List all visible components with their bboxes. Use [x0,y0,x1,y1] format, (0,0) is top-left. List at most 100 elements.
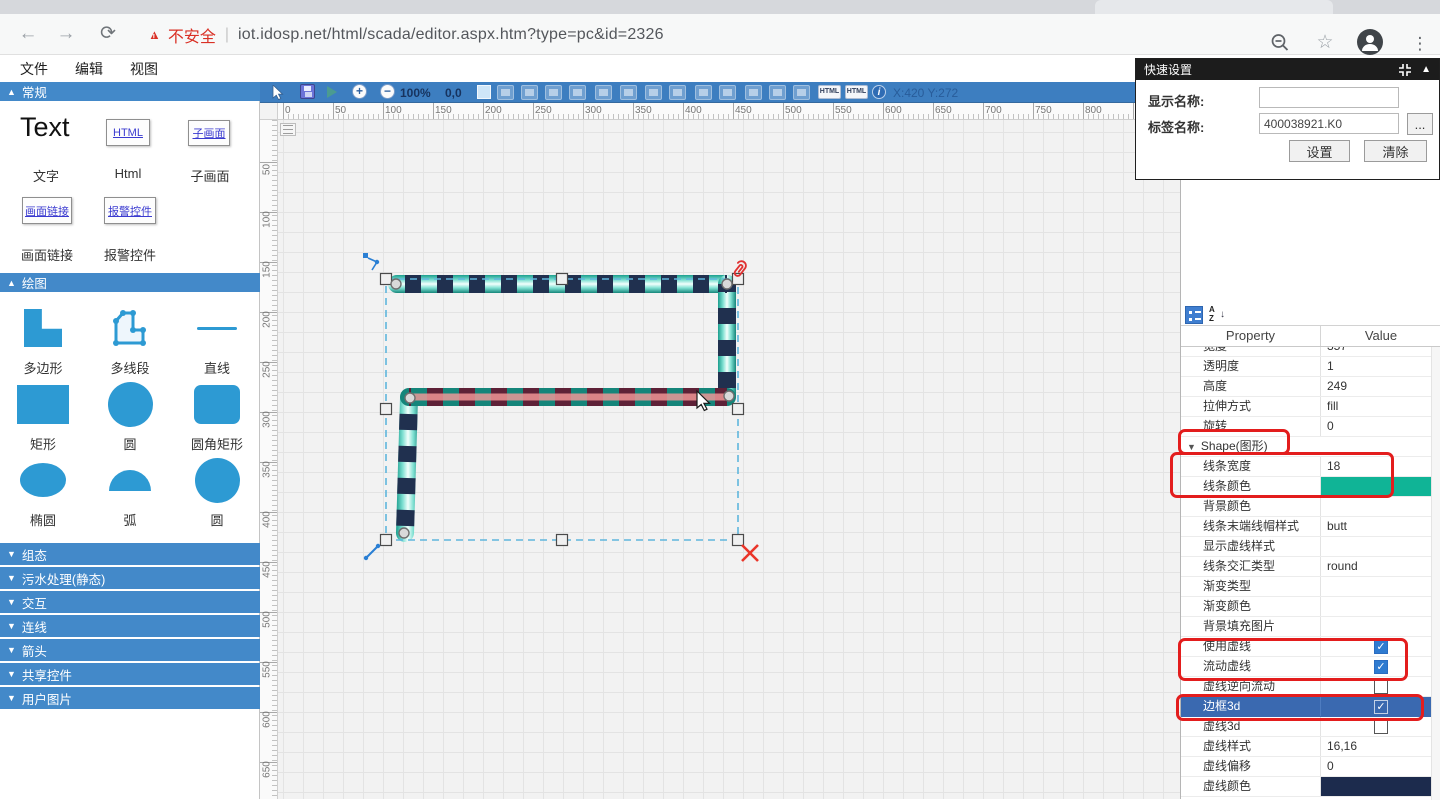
property-value[interactable] [1321,477,1440,496]
html-view-button[interactable]: HTML [845,85,868,99]
handle-middle-left[interactable] [381,404,392,415]
property-row[interactable]: 渐变颜色 [1181,597,1440,617]
toolbox-text-preview[interactable]: Text [20,112,70,143]
property-row[interactable]: 线条交汇类型round [1181,557,1440,577]
sidebar-section-2[interactable]: ▲绘图 [0,273,260,292]
property-row[interactable]: 流动虚线✓ [1181,657,1440,677]
sidebar-section-8[interactable]: ▼共享控件 [0,663,260,685]
tag-browse-button[interactable]: ... [1407,113,1433,135]
sidebar-section-4[interactable]: ▼污水处理(静态) [0,567,260,589]
browser-menu-icon[interactable]: ⋮ [1406,30,1434,58]
sidebar-section-1[interactable]: ▲常规 [0,82,260,101]
property-row[interactable]: 高度249 [1181,377,1440,397]
property-value[interactable] [1321,597,1440,616]
property-row[interactable]: 宽度357 [1181,347,1440,357]
property-value[interactable] [1321,577,1440,596]
canvas-background-tool-icon[interactable] [477,85,491,99]
menu-item-1[interactable]: 文件 [20,59,48,79]
vertex-handle[interactable] [391,279,401,289]
shape-tool-矩形[interactable]: 矩形 [0,380,86,456]
toolbox-item-Html[interactable]: HTML [106,119,150,146]
property-row[interactable]: 线条末端线帽样式butt [1181,517,1440,537]
display-name-input[interactable] [1259,87,1399,108]
browser-back-icon[interactable]: ← [14,20,42,48]
property-row[interactable]: 虚线3d [1181,717,1440,737]
property-row[interactable]: 使用虚线✓ [1181,637,1440,657]
property-row[interactable]: 透明度1 [1181,357,1440,377]
browser-zoom-icon[interactable] [1270,33,1292,53]
shape-tool-圆[interactable]: 圆 [174,456,260,532]
categorized-view-icon[interactable] [1185,306,1203,324]
shape-tool-圆角矩形[interactable]: 圆角矩形 [174,380,260,456]
info-icon[interactable]: i [872,85,886,99]
property-value[interactable]: 249 [1321,377,1440,396]
property-value[interactable]: fill [1321,397,1440,416]
shape-tool-多线段[interactable]: 多线段 [87,304,173,380]
property-row[interactable]: 虚线逆向流动 [1181,677,1440,697]
checkbox-checked[interactable]: ✓ [1374,700,1388,714]
run-preview-button[interactable] [327,86,337,98]
handle-bottom-left[interactable] [381,535,392,546]
handle-top-left[interactable] [381,274,392,285]
shape-tool-多边形[interactable]: 多边形 [0,304,86,380]
zoom-in-button[interactable]: + [352,84,367,99]
shape-tool-圆[interactable]: 圆 [87,380,173,456]
property-row[interactable]: 虚线偏移0 [1181,757,1440,777]
dock-panel-icon[interactable] [1399,64,1411,76]
browser-forward-icon[interactable]: → [52,20,80,48]
browser-tab[interactable] [1095,0,1333,14]
delete-x-icon[interactable] [742,545,758,561]
vertex-handle[interactable] [724,391,734,401]
html-export-button[interactable]: HTML [818,85,841,99]
vertex-handle[interactable] [399,528,409,538]
property-value[interactable]: 1 [1321,357,1440,376]
property-row[interactable]: 背景填充图片 [1181,617,1440,637]
property-value[interactable]: ✓ [1321,637,1440,656]
property-row[interactable]: 旋转0 [1181,417,1440,437]
property-row[interactable]: 虚线颜色 [1181,777,1440,797]
property-row[interactable]: 渐变类型 [1181,577,1440,597]
property-value[interactable]: ✓ [1321,697,1440,716]
edit-vertices-icon[interactable] [363,253,379,270]
address-bar[interactable]: ▲! 不安全 | iot.idosp.net/html/scada/editor… [148,23,664,47]
property-value[interactable]: butt [1321,517,1440,536]
toolbox-item-报警控件[interactable]: 报警控件 [104,197,156,224]
checkbox-checked[interactable]: ✓ [1374,660,1388,674]
property-row[interactable]: 边框3d✓ [1181,697,1440,717]
property-value[interactable] [1321,537,1440,556]
profile-avatar[interactable] [1357,29,1383,55]
color-swatch[interactable] [1321,477,1440,496]
checkbox-unchecked[interactable] [1374,720,1388,734]
property-value[interactable] [1321,617,1440,636]
vertex-handle[interactable] [405,393,415,403]
menu-item-2[interactable]: 编辑 [75,59,103,79]
sidebar-section-5[interactable]: ▼交互 [0,591,260,613]
url-text[interactable]: iot.idosp.net/html/scada/editor.aspx.htm… [238,26,664,44]
handle-bottom-middle[interactable] [557,535,568,546]
property-row[interactable]: 拉伸方式fill [1181,397,1440,417]
tag-name-input[interactable] [1259,113,1399,134]
property-row[interactable]: 虚线样式16,16 [1181,737,1440,757]
property-value[interactable] [1321,777,1440,796]
select-cursor-tool-icon[interactable] [272,85,284,100]
sidebar-section-6[interactable]: ▼连线 [0,615,260,637]
property-value[interactable]: round [1321,557,1440,576]
set-button[interactable]: 设置 [1289,140,1350,162]
browser-reload-icon[interactable]: ⟳ [94,20,122,48]
shape-tool-椭圆[interactable]: 椭圆 [0,456,86,532]
collapse-panel-icon[interactable]: ▲ [1421,64,1431,75]
property-row[interactable]: 线条宽度18 [1181,457,1440,477]
vertex-handle[interactable] [722,279,732,289]
property-value[interactable]: 357 [1321,347,1440,356]
handle-middle-right[interactable] [733,404,744,415]
property-grid-scrollbar[interactable] [1431,347,1440,800]
bookmark-star-icon[interactable]: ☆ [1311,29,1339,57]
sidebar-section-3[interactable]: ▼组态 [0,543,260,565]
property-value[interactable] [1321,717,1440,736]
property-value[interactable]: ✓ [1321,657,1440,676]
menu-item-3[interactable]: 视图 [130,59,158,79]
security-label[interactable]: 不安全 [168,23,216,47]
property-value[interactable]: 16,16 [1321,737,1440,756]
property-row[interactable]: 显示虚线样式 [1181,537,1440,557]
zoom-out-button[interactable]: − [380,84,395,99]
